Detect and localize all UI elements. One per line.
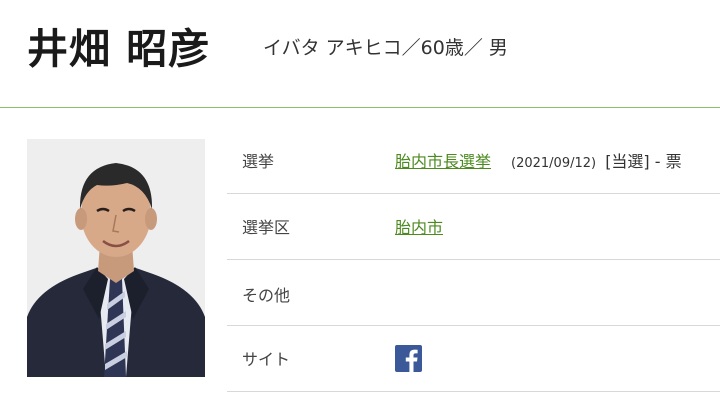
election-label: 選挙 [242,152,275,171]
candidate-photo [27,139,205,377]
candidate-profile-page: 井畑 昭彦 イバタ アキヒコ／60歳／ 男 選挙 胎内市長選挙 (2021/09… [0,0,720,405]
row-election: 選挙 胎内市長選挙 (2021/09/12) [当選] - 票 [227,128,720,194]
district-label: 選挙区 [242,218,291,237]
row-district: 選挙区 胎内市 [227,194,720,260]
election-link[interactable]: 胎内市長選挙 [395,152,491,171]
election-date: (2021/09/12) [511,156,597,171]
facebook-icon[interactable] [395,345,422,372]
candidate-portrait-image [27,139,205,377]
profile-header: 井畑 昭彦 イバタ アキヒコ／60歳／ 男 [0,0,720,108]
row-other: その他 [227,260,720,326]
row-site: サイト [227,326,720,392]
site-label: サイト [242,350,291,369]
election-value: 胎内市長選挙 (2021/09/12) [当選] - 票 [395,148,682,172]
candidate-reading-age-gender: イバタ アキヒコ／60歳／ 男 [263,37,508,59]
candidate-name: 井畑 昭彦 [27,25,211,73]
district-link[interactable]: 胎内市 [395,218,443,237]
facebook-logo-glyph [405,349,418,372]
other-label: その他 [242,286,291,305]
election-result: [当選] - 票 [605,152,682,171]
district-value: 胎内市 [395,214,443,238]
